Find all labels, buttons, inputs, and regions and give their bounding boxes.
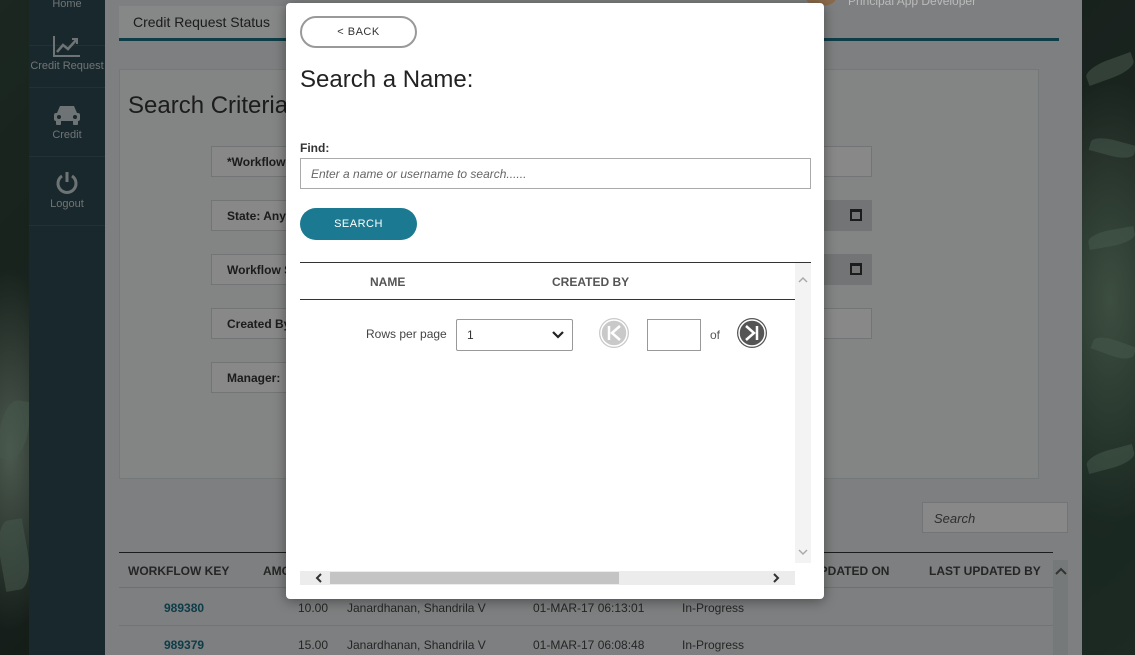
rows-per-page-value: 1 — [467, 328, 474, 342]
user-role: Principal App Developer — [848, 0, 977, 8]
chevron-up-icon[interactable] — [1054, 564, 1068, 578]
scroll-down-icon[interactable] — [798, 547, 808, 557]
page-number-input[interactable] — [647, 319, 701, 351]
scroll-left-icon[interactable] — [314, 572, 324, 584]
last-page-icon — [738, 319, 766, 347]
results-table: NAME CREATED BY Rows per page 1 of — [300, 262, 811, 587]
scroll-up-icon[interactable] — [798, 275, 808, 285]
scroll-right-icon[interactable] — [771, 572, 781, 584]
modal-title: Search a Name: — [300, 66, 474, 93]
scrollbar-thumb[interactable] — [330, 572, 619, 584]
column-header-name[interactable]: NAME — [370, 275, 405, 289]
search-button[interactable]: SEARCH — [300, 208, 417, 240]
column-header-created-by[interactable]: CREATED BY — [552, 275, 629, 289]
find-label: Find: — [300, 141, 330, 155]
back-button[interactable]: < BACK — [300, 16, 417, 48]
vertical-scrollbar[interactable] — [795, 263, 811, 563]
rows-per-page-select[interactable]: 1 — [456, 319, 573, 351]
of-label: of — [710, 328, 721, 342]
find-input[interactable] — [300, 158, 811, 189]
first-page-button[interactable] — [599, 318, 629, 348]
header-divider — [300, 299, 795, 300]
rows-per-page-label: Rows per page — [366, 327, 447, 341]
search-name-modal: < BACK Search a Name: Find: SEARCH NAME … — [286, 3, 824, 599]
last-page-button[interactable] — [737, 318, 767, 348]
first-page-icon — [600, 319, 628, 347]
horizontal-scrollbar[interactable] — [300, 571, 795, 585]
chevron-down-icon — [552, 331, 564, 339]
